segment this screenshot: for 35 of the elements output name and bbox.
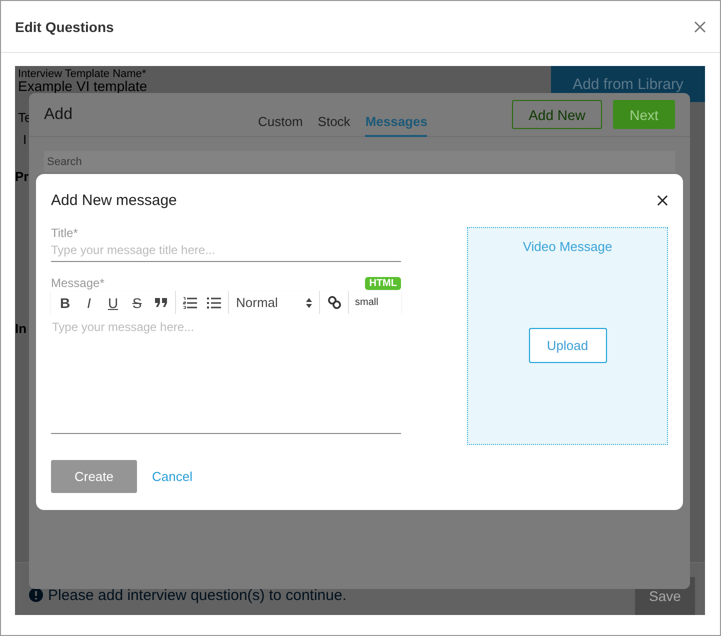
field-label: I [23, 132, 27, 147]
search-field[interactable]: Search [44, 151, 675, 172]
italic-button[interactable]: I [79, 292, 99, 312]
field-label: In [15, 321, 27, 336]
field-value: Example VI template [18, 78, 148, 94]
field-label: Title* [51, 226, 79, 240]
notice-text: Please add interview question(s) to continue. [48, 586, 347, 604]
tab[interactable]: Stock [318, 93, 350, 137]
close-icon [657, 194, 668, 206]
link-icon [328, 296, 340, 309]
close-button[interactable] [657, 194, 668, 206]
add-new-button[interactable]: Add New [512, 100, 602, 129]
field-label: Message* [51, 276, 104, 290]
numbered-list-icon [183, 296, 197, 308]
info-icon [29, 588, 43, 602]
field-label: Pr [15, 169, 29, 184]
dialog-title: Edit Questions [15, 18, 114, 34]
close-icon [694, 20, 706, 32]
next-button[interactable]: Next [613, 100, 675, 129]
quote-icon [155, 298, 167, 307]
html-badge: HTML [365, 277, 401, 290]
format-select[interactable]: Normal [233, 295, 315, 310]
underline-button[interactable]: U [103, 292, 123, 312]
cancel-link[interactable]: Cancel [152, 469, 192, 484]
tab[interactable]: Custom [258, 93, 303, 137]
small-text-button[interactable]: small [353, 297, 380, 308]
video-heading: Video Message [522, 239, 612, 254]
bold-button[interactable]: B [55, 292, 75, 312]
upload-button[interactable]: Upload [528, 328, 606, 363]
strike-button[interactable]: S [127, 292, 147, 312]
field-label: Interview Template Name* [18, 68, 146, 80]
dialog-title: Add New message [51, 192, 177, 208]
bullet-list-icon [207, 296, 221, 308]
updown-arrows-icon [306, 298, 312, 308]
dialog-title: Add [44, 106, 72, 124]
